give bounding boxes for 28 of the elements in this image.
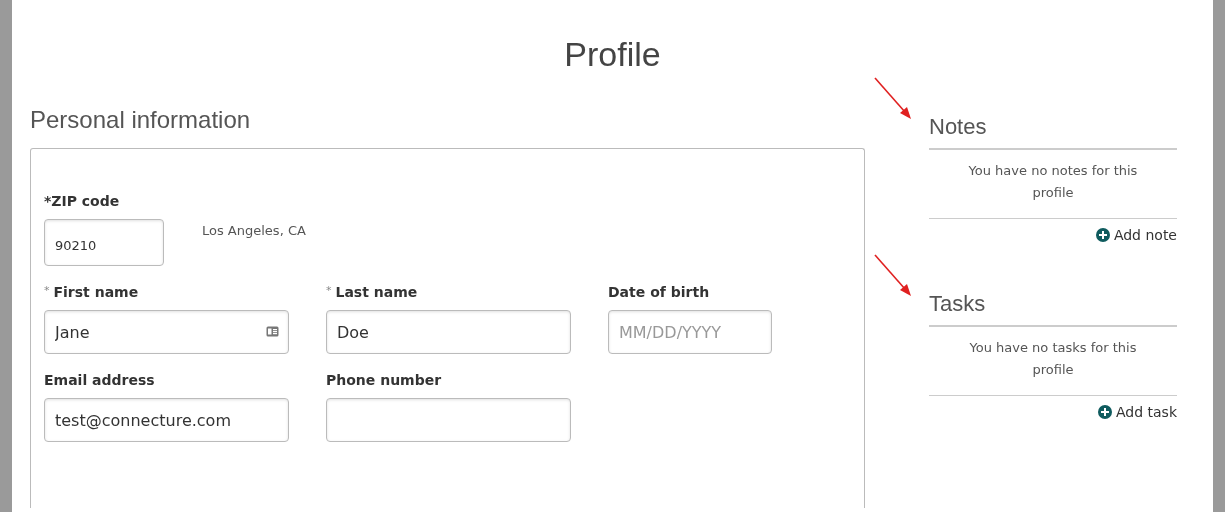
date-field[interactable]: MM/DD/YYYY <box>608 310 772 354</box>
field-label: *ZIP code <box>44 193 121 209</box>
field-label: Last name <box>335 284 418 300</box>
field-label: Phone number <box>326 372 442 388</box>
contact-card-icon[interactable] <box>266 326 279 337</box>
input-field[interactable]: Jane <box>44 310 289 354</box>
panel-heading: Notes <box>929 114 1177 150</box>
required-marker: * <box>44 284 50 297</box>
field-label: Date of birth <box>608 284 710 300</box>
field-label: First name <box>53 284 139 300</box>
empty-message: You have no tasks for this profile <box>929 327 1177 396</box>
plus-circle-icon <box>1095 228 1110 242</box>
panel-heading: Tasks <box>929 291 1177 327</box>
plus-circle-icon <box>1097 405 1112 419</box>
zip-field[interactable]: 90210 <box>44 219 164 266</box>
city-text: Los Angeles, CA <box>202 222 306 238</box>
input-field[interactable] <box>326 398 571 442</box>
add-link[interactable]: Add note <box>1095 227 1177 243</box>
input-field[interactable]: Doe <box>326 310 571 354</box>
page-title: Profile <box>563 34 662 74</box>
field-label: Email address <box>44 372 155 388</box>
empty-message: You have no notes for this profile <box>929 150 1177 219</box>
annotation-arrow <box>873 253 913 297</box>
add-link[interactable]: Add task <box>1097 404 1177 420</box>
required-marker: * <box>326 284 332 297</box>
annotation-arrow <box>873 76 913 120</box>
section-heading: Personal information <box>30 106 252 134</box>
input-field[interactable]: test@connecture.com <box>44 398 289 442</box>
